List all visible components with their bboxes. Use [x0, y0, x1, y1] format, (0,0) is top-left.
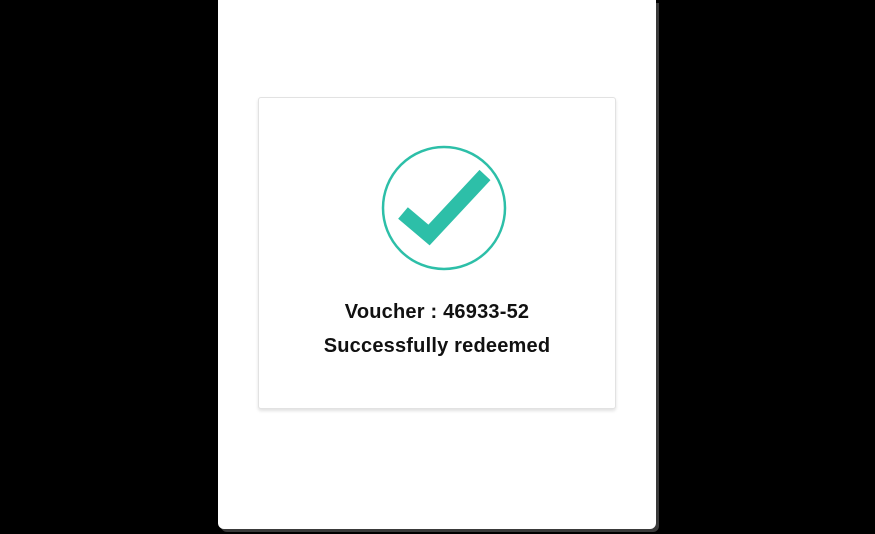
voucher-code: 46933-52 [443, 301, 530, 323]
voucher-result-card: Voucher : 46933-52 Successfully redeemed [258, 97, 616, 409]
check-circle-icon [381, 145, 507, 271]
voucher-label: Voucher [344, 301, 425, 323]
redeem-status-text: Successfully redeemed [323, 335, 551, 357]
voucher-separator: : [424, 301, 444, 323]
voucher-code-text: Voucher : 46933-52 [259, 301, 615, 324]
modal-panel: Voucher : 46933-52 Successfully redeemed [218, 0, 656, 529]
